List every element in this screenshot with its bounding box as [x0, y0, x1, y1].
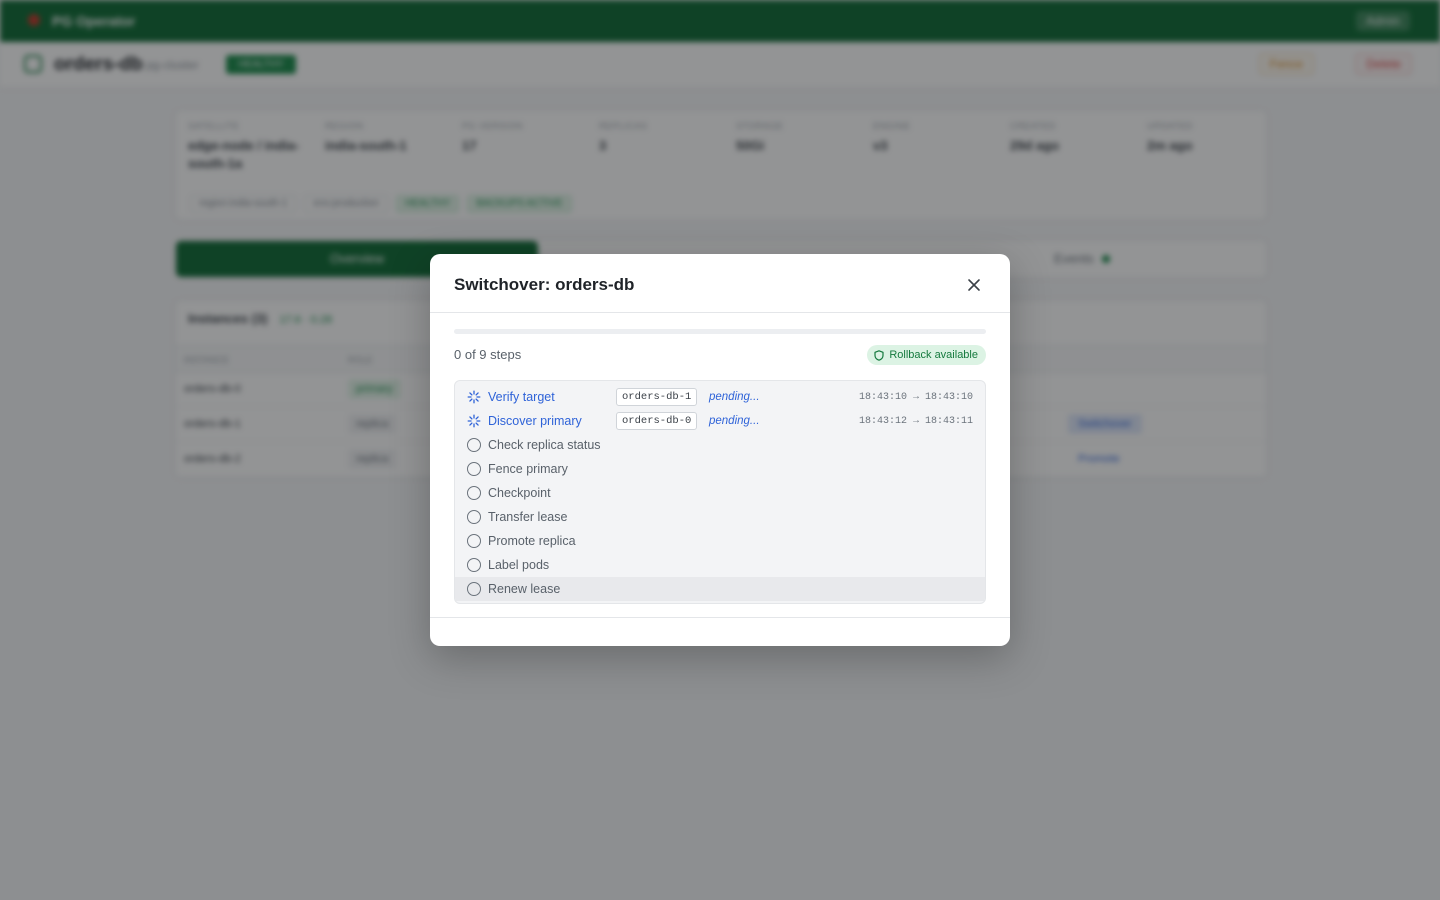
step-status: pending...: [709, 391, 760, 403]
step-item: Fence primary: [455, 457, 985, 481]
step-item: Transfer lease: [455, 505, 985, 529]
step-label: Label pods: [488, 558, 550, 572]
step-item: Verify target orders-db-1 pending... 18:43:…: [455, 385, 985, 409]
dialog-body: 0 of 9 steps Rollback available Verify t…: [430, 313, 1010, 617]
pending-circle-icon: [467, 582, 481, 596]
step-label: Check replica status: [488, 438, 601, 452]
switchover-dialog: Switchover: orders-db 0 of 9 steps Rollb…: [430, 254, 1010, 646]
pending-circle-icon: [467, 510, 481, 524]
step-pod-chip: orders-db-1: [616, 388, 698, 406]
step-item: Renew lease: [455, 577, 985, 601]
step-item: Label pods: [455, 553, 985, 577]
close-icon: [968, 279, 980, 291]
progress-bar: [454, 329, 986, 334]
step-list: Verify target orders-db-1 pending... 18:43:…: [454, 380, 986, 604]
dialog-footer: [430, 617, 1010, 646]
step-item: Promote replica: [455, 529, 985, 553]
step-pod-chip: orders-db-0: [616, 412, 698, 430]
close-button[interactable]: [962, 273, 986, 297]
step-label: Promote replica: [488, 534, 576, 548]
loading-spinner-icon: [467, 390, 481, 404]
step-time-range: 18:43:12 → 18:43:11: [858, 416, 973, 427]
step-label: Checkpoint: [488, 486, 551, 500]
rollback-badge: Rollback available: [867, 345, 986, 365]
step-label: Transfer lease: [488, 510, 568, 524]
step-label: Fence primary: [488, 462, 568, 476]
dialog-header: Switchover: orders-db: [430, 254, 1010, 313]
step-item: Check replica status: [455, 433, 985, 457]
dialog-title: Switchover: orders-db: [454, 275, 635, 294]
step-label: Discover primary: [488, 414, 582, 428]
pending-circle-icon: [467, 438, 481, 452]
shield-icon: [874, 349, 884, 361]
pending-circle-icon: [467, 462, 481, 476]
progress-text: 0 of 9 steps: [454, 347, 522, 362]
step-label: Verify target: [488, 390, 555, 404]
loading-spinner-icon: [467, 414, 481, 428]
pending-circle-icon: [467, 558, 481, 572]
step-item: Discover primary orders-db-0 pending... 18:…: [455, 409, 985, 433]
pending-circle-icon: [467, 534, 481, 548]
step-item: Checkpoint: [455, 481, 985, 505]
step-time-range: 18:43:10 → 18:43:10: [858, 392, 973, 403]
step-status: pending...: [709, 415, 760, 427]
step-label: Renew lease: [488, 582, 561, 596]
pending-circle-icon: [467, 486, 481, 500]
